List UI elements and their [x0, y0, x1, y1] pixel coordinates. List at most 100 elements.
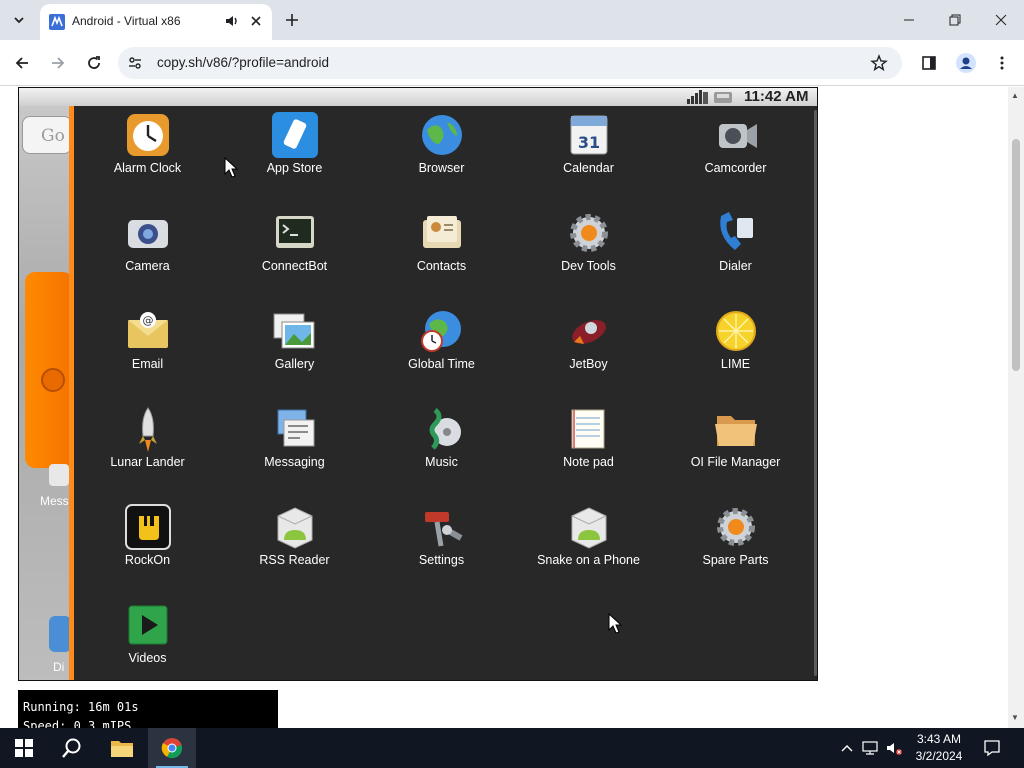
app-alarm-clock[interactable]: Alarm Clock — [74, 106, 221, 204]
emulator-stats-panel: Running: 16m 01s Speed: 0.3 mIPS — [18, 690, 278, 728]
tab-search-button[interactable] — [6, 7, 32, 33]
phone-icon — [720, 212, 753, 250]
play-icon[interactable] — [41, 368, 65, 392]
app-contacts[interactable]: Contacts — [368, 204, 515, 302]
browser-tab[interactable]: Android - Virtual x86 — [40, 4, 272, 40]
signal-strength-icon — [687, 90, 708, 104]
messaging-shortcut-label: Mess — [40, 494, 69, 508]
chevron-up-icon[interactable] — [839, 740, 855, 756]
app-label: Gallery — [274, 357, 315, 371]
rocket-icon — [139, 407, 157, 452]
messaging-icon — [277, 409, 315, 447]
rockon-icon — [125, 504, 171, 550]
taskbar-time: 3:43 AM — [916, 732, 962, 746]
address-bar[interactable]: copy.sh/v86/?profile=android — [118, 47, 902, 79]
forward-button[interactable] — [46, 51, 70, 75]
side-panel-button[interactable] — [917, 51, 941, 75]
minimize-button[interactable] — [897, 8, 921, 32]
app-jetboy[interactable]: JetBoy — [515, 302, 662, 400]
page-viewport: 11:42 AM Go Mess Di Alarm Clock App Stor… — [0, 87, 1024, 728]
android-box-icon — [277, 507, 313, 549]
back-button[interactable] — [10, 51, 34, 75]
windows-taskbar: 3:43 AM 3/2/2024 — [0, 728, 1024, 768]
scroll-up-arrow-icon[interactable]: ▲ — [1011, 91, 1019, 100]
app-label: Email — [131, 357, 164, 371]
scroll-down-arrow-icon[interactable]: ▼ — [1011, 713, 1019, 722]
app-browser[interactable]: Browser — [368, 106, 515, 204]
app-label: ConnectBot — [261, 259, 328, 273]
calendar-icon: 31 — [570, 115, 608, 155]
mouse-cursor-icon — [224, 157, 238, 178]
app-music[interactable]: Music — [368, 400, 515, 498]
bookmark-star-icon[interactable] — [870, 54, 888, 72]
app-dialer[interactable]: Dialer — [662, 204, 809, 302]
mouse-cursor-icon — [608, 613, 622, 634]
android-screen[interactable]: 11:42 AM Go Mess Di Alarm Clock App Stor… — [18, 87, 818, 681]
site-settings-icon[interactable] — [127, 55, 143, 71]
app-dev-tools[interactable]: Dev Tools — [515, 204, 662, 302]
taskbar-clock[interactable]: 3:43 AM 3/2/2024 — [906, 731, 972, 765]
dialer-shortcut-icon[interactable] — [49, 616, 71, 652]
messaging-shortcut-icon[interactable] — [49, 464, 69, 486]
app-camcorder[interactable]: Camcorder — [662, 106, 809, 204]
app-email[interactable]: @ Email — [74, 302, 221, 400]
terminal-icon — [276, 216, 314, 248]
menu-button[interactable] — [990, 51, 1014, 75]
restore-button[interactable] — [943, 8, 967, 32]
app-oi-file-manager[interactable]: OI File Manager — [662, 400, 809, 498]
volume-muted-icon[interactable] — [886, 740, 902, 756]
app-label: Camera — [125, 259, 170, 273]
taskbar-search-button[interactable] — [48, 728, 96, 768]
network-icon[interactable] — [862, 740, 878, 756]
app-settings[interactable]: Settings — [368, 498, 515, 596]
close-tab-icon[interactable] — [248, 13, 264, 29]
app-app-store[interactable]: App Store — [221, 106, 368, 204]
app-label: Lunar Lander — [110, 455, 185, 469]
jetboy-icon — [572, 320, 606, 344]
app-videos[interactable]: Videos — [74, 596, 221, 680]
lemon-icon — [716, 311, 756, 351]
new-tab-icon[interactable] — [283, 11, 301, 29]
gear-icon — [717, 508, 755, 546]
app-lime[interactable]: LIME — [662, 302, 809, 400]
music-widget[interactable] — [25, 272, 73, 468]
google-search-widget[interactable]: Go — [22, 116, 72, 154]
app-global-time[interactable]: Global Time — [368, 302, 515, 400]
notifications-icon[interactable] — [983, 739, 1001, 757]
app-lunar-lander[interactable]: Lunar Lander — [74, 400, 221, 498]
dialer-shortcut-label: Di — [53, 660, 65, 674]
chrome-taskbar-button[interactable] — [148, 728, 196, 768]
app-label: Dev Tools — [561, 259, 616, 273]
chrome-icon — [161, 738, 183, 759]
svg-text:31: 31 — [578, 133, 600, 152]
page-scrollbar[interactable]: ▲ ▼ — [1008, 87, 1024, 728]
app-label: App Store — [266, 161, 323, 175]
app-connectbot[interactable]: ConnectBot — [221, 204, 368, 302]
settings-icon — [425, 512, 463, 547]
browser-globe-icon — [422, 115, 462, 155]
reload-button[interactable] — [82, 51, 106, 75]
scroll-thumb[interactable] — [1012, 139, 1020, 371]
start-button[interactable] — [0, 728, 48, 768]
emulator-speed: Speed: 0.3 mIPS — [23, 719, 132, 728]
app-note-pad[interactable]: Note pad — [515, 400, 662, 498]
app-drawer-scrollbar[interactable] — [814, 110, 817, 676]
email-icon: @ — [128, 312, 168, 348]
taskbar-date: 3/2/2024 — [915, 749, 963, 763]
app-label: Note pad — [563, 455, 614, 469]
app-messaging[interactable]: Messaging — [221, 400, 368, 498]
app-rss-reader[interactable]: RSS Reader — [221, 498, 368, 596]
app-label: Snake on a Phone — [537, 553, 640, 567]
app-rockon[interactable]: RockOn — [74, 498, 221, 596]
app-calendar[interactable]: 31 Calendar — [515, 106, 662, 204]
close-window-button[interactable] — [989, 8, 1013, 32]
app-camera[interactable]: Camera — [74, 204, 221, 302]
app-label: LIME — [720, 357, 751, 371]
file-explorer-button[interactable] — [98, 728, 146, 768]
speaker-icon[interactable] — [224, 13, 240, 29]
app-label: Browser — [418, 161, 465, 175]
app-gallery[interactable]: Gallery — [221, 302, 368, 400]
app-spare-parts[interactable]: Spare Parts — [662, 498, 809, 596]
profile-button[interactable] — [954, 51, 978, 75]
app-snake-on-a-phone[interactable]: Snake on a Phone — [515, 498, 662, 596]
